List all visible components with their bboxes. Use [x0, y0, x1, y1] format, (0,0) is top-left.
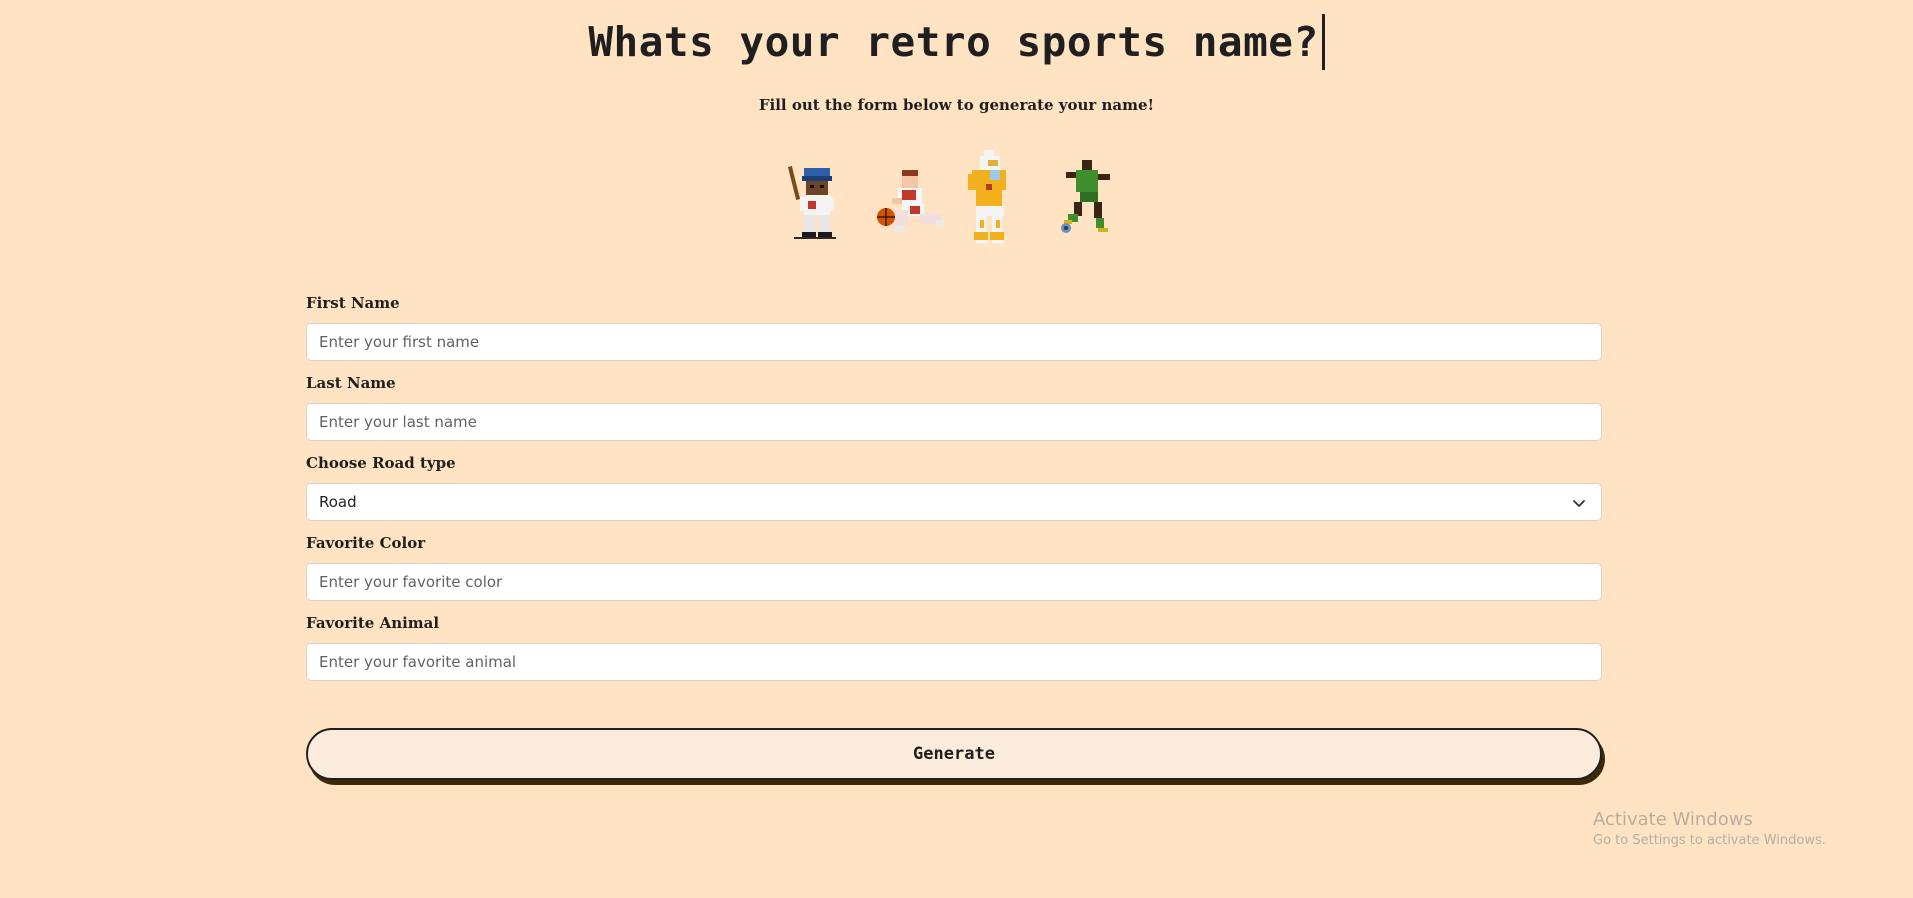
soccer-player-icon — [1061, 160, 1110, 233]
last-name-input[interactable] — [306, 403, 1602, 441]
page-header: Whats your retro sports name? — [0, 14, 1913, 70]
road-type-label: Choose Road type — [306, 454, 456, 472]
first-name-field: First Name — [306, 294, 1602, 361]
generate-button[interactable]: Generate — [306, 728, 1602, 780]
football-player-icon — [968, 150, 1006, 243]
favorite-color-field: Favorite Color — [306, 534, 1602, 601]
page-title: Whats your retro sports name? — [588, 14, 1325, 70]
first-name-label: First Name — [306, 294, 400, 312]
road-type-field: Choose Road type Road — [306, 454, 1602, 521]
last-name-label: Last Name — [306, 374, 396, 392]
basketball-player-icon — [877, 170, 944, 232]
favorite-color-label: Favorite Color — [306, 534, 426, 552]
watermark-subtitle: Go to Settings to activate Windows. — [1593, 833, 1826, 848]
favorite-animal-field: Favorite Animal — [306, 614, 1602, 681]
favorite-animal-input[interactable] — [306, 643, 1602, 681]
activate-windows-watermark: Activate Windows Go to Settings to activ… — [1593, 808, 1826, 850]
last-name-field: Last Name — [306, 374, 1602, 441]
page-subtitle: Fill out the form below to generate your… — [758, 96, 1155, 114]
first-name-input[interactable] — [306, 323, 1602, 361]
favorite-animal-label: Favorite Animal — [306, 614, 440, 632]
road-type-select[interactable]: Road — [306, 483, 1602, 521]
favorite-color-input[interactable] — [306, 563, 1602, 601]
baseball-player-icon — [787, 166, 836, 239]
sports-sprites — [0, 148, 1913, 244]
name-form: First Name Last Name Choose Road type Ro… — [306, 294, 1602, 694]
watermark-title: Activate Windows — [1593, 809, 1753, 830]
road-type-selected-value: Road — [319, 493, 357, 511]
chevron-down-icon — [1573, 500, 1585, 507]
